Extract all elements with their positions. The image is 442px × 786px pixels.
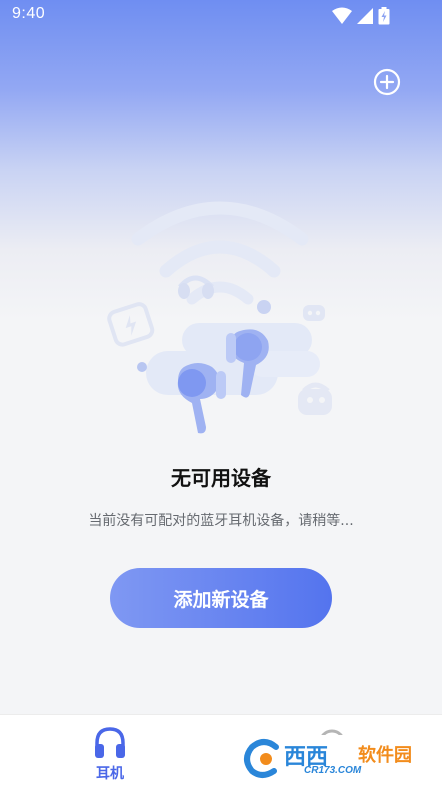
app-root: 9:40 无可用设备 当前没有可配对的蓝牙耳机设备，请稍等... 添加新设备 耳… [0,0,442,786]
logo-swirl-icon [244,739,279,778]
nav-item-headphones[interactable]: 耳机 [50,721,170,785]
wifi-arc-outer [131,201,309,246]
status-time: 9:40 [12,5,46,22]
add-device-icon-button[interactable] [372,67,402,97]
signal-icon [357,8,373,24]
status-icons [332,7,412,25]
empty-state-title: 无可用设备 [171,466,271,490]
headphones-icon [95,727,125,758]
add-new-device-button[interactable]: 添加新设备 [110,568,332,628]
plus-circle-icon [373,68,401,96]
battery-charging-icon [378,7,390,25]
wifi-arc-middle [159,240,281,278]
small-gamepad-icon [303,305,325,321]
wifi-icon [332,7,352,24]
dot [137,362,147,372]
dot [257,300,271,314]
card-icon [107,302,155,347]
watermark-text-secondary: 软件园 [358,745,412,766]
empty-state-description: 当前没有可配对的蓝牙耳机设备，请稍等... [88,513,354,529]
empty-illustration [107,201,332,434]
nav-label-headphones: 耳机 [96,766,124,782]
earbud-case-icon [298,382,332,415]
wifi-arc-inner [186,281,254,305]
status-bar: 9:40 [0,0,442,32]
watermark-logo: 西西 软件园 CR173.COM [240,735,440,783]
watermark-domain: CR173.COM [304,765,362,776]
